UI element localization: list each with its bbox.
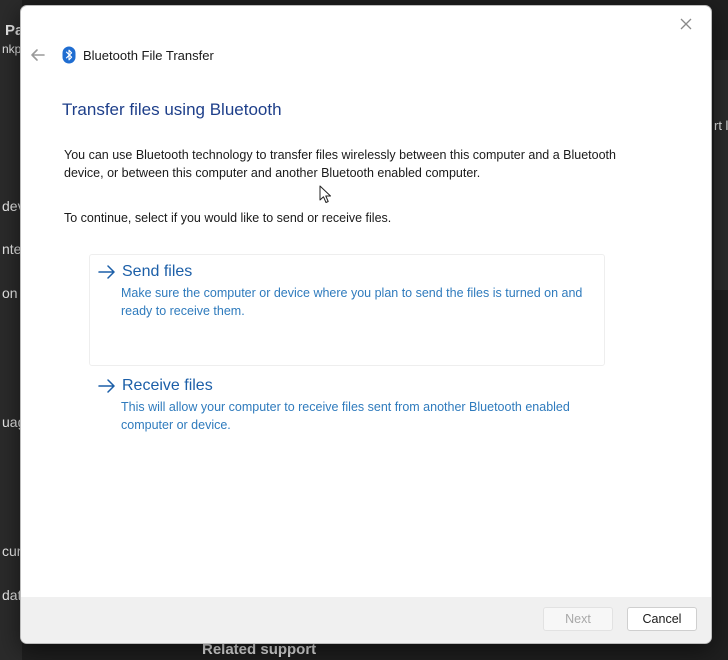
close-button[interactable] xyxy=(675,13,697,35)
background-sidebar-item: nte xyxy=(2,241,22,257)
background-header-subfragment: nkp xyxy=(2,42,22,56)
send-files-option[interactable]: Send files Make sure the computer or dev… xyxy=(89,254,605,366)
window-title: Bluetooth File Transfer xyxy=(83,47,214,63)
send-files-link[interactable]: Send files xyxy=(122,263,192,281)
receive-files-header: Receive files xyxy=(98,377,596,395)
background-right-panel xyxy=(714,60,728,290)
instruction-text: To continue, select if you would like to… xyxy=(64,211,392,225)
background-sidebar-item: cur xyxy=(2,543,22,559)
background-right-fragment: rt l xyxy=(714,118,728,133)
background-sidebar-strip xyxy=(0,0,22,660)
receive-files-option[interactable]: Receive files This will allow your compu… xyxy=(89,368,605,448)
cancel-button[interactable]: Cancel xyxy=(627,607,697,631)
receive-files-description: This will allow your computer to receive… xyxy=(121,400,570,432)
bluetooth-icon xyxy=(62,46,76,64)
close-icon xyxy=(680,18,692,30)
background-sidebar-item: dat xyxy=(2,587,22,603)
back-arrow-icon xyxy=(31,49,45,61)
page-heading: Transfer files using Bluetooth xyxy=(62,100,282,119)
receive-files-link[interactable]: Receive files xyxy=(122,377,213,395)
dialog-footer: Next Cancel xyxy=(21,597,711,643)
right-arrow-icon xyxy=(98,265,115,279)
send-files-description: Make sure the computer or device where y… xyxy=(121,286,583,318)
back-button[interactable] xyxy=(27,44,49,66)
description-text: You can use Bluetooth technology to tran… xyxy=(64,148,616,180)
mouse-cursor-icon xyxy=(319,185,331,203)
background-sidebar-item: on xyxy=(2,285,18,301)
right-arrow-icon xyxy=(98,379,115,393)
window-title-bar: Bluetooth File Transfer xyxy=(62,46,214,64)
send-files-header: Send files xyxy=(98,263,596,281)
next-button[interactable]: Next xyxy=(543,607,613,631)
bluetooth-file-transfer-dialog: Bluetooth File Transfer Transfer files u… xyxy=(20,5,712,644)
